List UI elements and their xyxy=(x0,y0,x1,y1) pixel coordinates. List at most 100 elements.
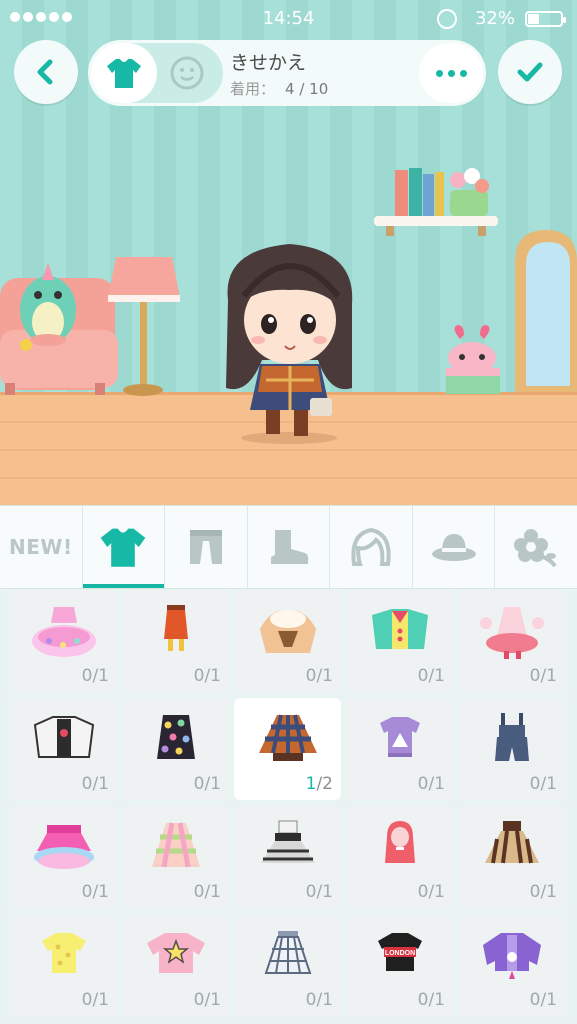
orange-skirt-icon xyxy=(163,605,188,651)
item-card[interactable]: LONDON 0/1 xyxy=(346,914,453,1016)
item-count: 0/1 xyxy=(193,774,221,794)
item-card[interactable]: 0/1 xyxy=(458,698,565,800)
item-count: 0/1 xyxy=(417,666,445,686)
item-card[interactable]: 0/1 xyxy=(346,698,453,800)
item-count: 0/1 xyxy=(305,882,333,902)
item-card[interactable]: 0/1 xyxy=(234,806,341,908)
item-count: 0/1 xyxy=(417,990,445,1010)
shirt-icon xyxy=(101,528,146,567)
item-card[interactable]: 0/1 xyxy=(234,590,341,692)
boot-icon xyxy=(270,530,308,564)
item-count: 0/1 xyxy=(417,774,445,794)
pastel-check-dress-icon xyxy=(151,822,200,868)
item-card[interactable]: 0/1 xyxy=(10,698,117,800)
item-count: 0/1 xyxy=(81,666,109,686)
tab-hair[interactable] xyxy=(330,506,413,588)
item-card[interactable]: 0/1 xyxy=(458,914,565,1016)
item-card[interactable]: 0/1 xyxy=(10,806,117,908)
item-count: 0/1 xyxy=(193,666,221,686)
confirm-button[interactable] xyxy=(498,40,562,104)
grey-tiered-dress-icon xyxy=(260,820,315,863)
battery-icon xyxy=(525,11,566,27)
item-card[interactable]: 0/1 xyxy=(122,698,229,800)
grid-skirt-icon xyxy=(264,931,311,974)
yellow-star-tee-icon xyxy=(41,933,86,973)
item-count: 0/1 xyxy=(81,990,109,1010)
item-count: 0/1 xyxy=(529,990,557,1010)
item-card[interactable]: 0/1 xyxy=(458,806,565,908)
item-count: 1/2 xyxy=(306,774,333,794)
purple-sweater-icon xyxy=(379,717,420,757)
item-card[interactable]: 0/1 xyxy=(10,914,117,1016)
tab-shoes[interactable] xyxy=(248,506,331,588)
pink-star-sweater-icon xyxy=(146,933,205,973)
item-count: 0/1 xyxy=(193,990,221,1010)
item-count: 0/1 xyxy=(305,990,333,1010)
item-card[interactable]: 0/1 xyxy=(346,590,453,692)
clown-jacket-icon xyxy=(371,609,428,649)
tab-bottoms[interactable] xyxy=(165,506,248,588)
pants-icon xyxy=(189,530,222,564)
red-hoodie-icon xyxy=(384,821,415,863)
tab-tops[interactable] xyxy=(82,506,166,588)
plaid-poncho-icon xyxy=(258,714,317,761)
status-bar: 14:54 32% xyxy=(0,0,577,38)
london-tee-icon: LONDON xyxy=(377,933,422,971)
item-card[interactable]: 0/1 xyxy=(122,590,229,692)
item-count: 0/1 xyxy=(305,666,333,686)
outfit-mode-button[interactable] xyxy=(91,43,157,103)
standing-mirror-icon xyxy=(515,230,577,392)
page-title: きせかえ xyxy=(230,52,307,74)
item-count: 0/1 xyxy=(81,882,109,902)
more-options-button[interactable] xyxy=(419,43,483,103)
lolita-dress-icon xyxy=(479,607,544,659)
header-pill: きせかえ 着用： 4 / 10 xyxy=(88,40,486,106)
item-card[interactable]: 0/1 xyxy=(10,590,117,692)
item-count-total: /2 xyxy=(316,774,333,794)
shirt-icon xyxy=(107,59,141,88)
mode-toggle xyxy=(91,43,223,103)
flower-icon xyxy=(514,529,557,568)
item-count: 0/1 xyxy=(529,882,557,902)
item-card[interactable]: 0/1 xyxy=(122,806,229,908)
face-icon[interactable] xyxy=(169,55,205,91)
tab-hat[interactable] xyxy=(413,506,496,588)
checkmark-icon xyxy=(517,62,543,82)
dot-icon xyxy=(435,69,443,77)
worn-label: 着用： xyxy=(230,80,276,98)
hair-icon xyxy=(351,527,391,566)
tab-new[interactable]: NEW! xyxy=(0,506,83,588)
item-grid: 0/1 0/1 0/1 0/1 0/1 0/1 0/1 1/2 0/1 0/1 … xyxy=(10,590,567,1016)
rotation-lock-icon xyxy=(437,9,457,29)
item-count: 0/1 xyxy=(81,774,109,794)
battery-percent: 32% xyxy=(474,8,515,29)
item-card[interactable]: 0/1 xyxy=(234,914,341,1016)
dot-icon xyxy=(447,69,455,77)
floor-lamp-icon xyxy=(108,257,180,396)
fur-cape-icon xyxy=(259,610,316,653)
item-count-owned: 1 xyxy=(305,774,317,794)
chevron-left-icon xyxy=(37,59,53,85)
purple-jacket-icon xyxy=(482,933,541,979)
denim-overalls-icon xyxy=(494,713,529,761)
tab-new-label: NEW! xyxy=(8,535,73,559)
category-tabs: NEW! xyxy=(0,505,577,589)
item-card[interactable]: 0/1 xyxy=(122,914,229,1016)
worn-count: 着用： 4 / 10 xyxy=(230,78,328,99)
item-card[interactable]: 0/1 xyxy=(346,806,453,908)
avatar-character-icon xyxy=(226,244,353,444)
hat-icon xyxy=(431,534,476,561)
london-tee-text: LONDON xyxy=(384,950,414,957)
black-white-coat-icon xyxy=(33,716,94,758)
item-count: 0/1 xyxy=(529,666,557,686)
worn-value: 4 / 10 xyxy=(285,80,329,98)
item-card[interactable]: 0/1 xyxy=(458,590,565,692)
dot-icon xyxy=(459,69,467,77)
back-button[interactable] xyxy=(14,40,78,104)
item-card-selected[interactable]: 1/2 xyxy=(234,698,341,800)
pink-skirt-icon xyxy=(33,825,94,869)
polka-dress-icon xyxy=(156,715,195,759)
item-count: 0/1 xyxy=(193,882,221,902)
wall-shelf-icon xyxy=(374,168,498,236)
tab-accessory[interactable] xyxy=(495,506,577,588)
